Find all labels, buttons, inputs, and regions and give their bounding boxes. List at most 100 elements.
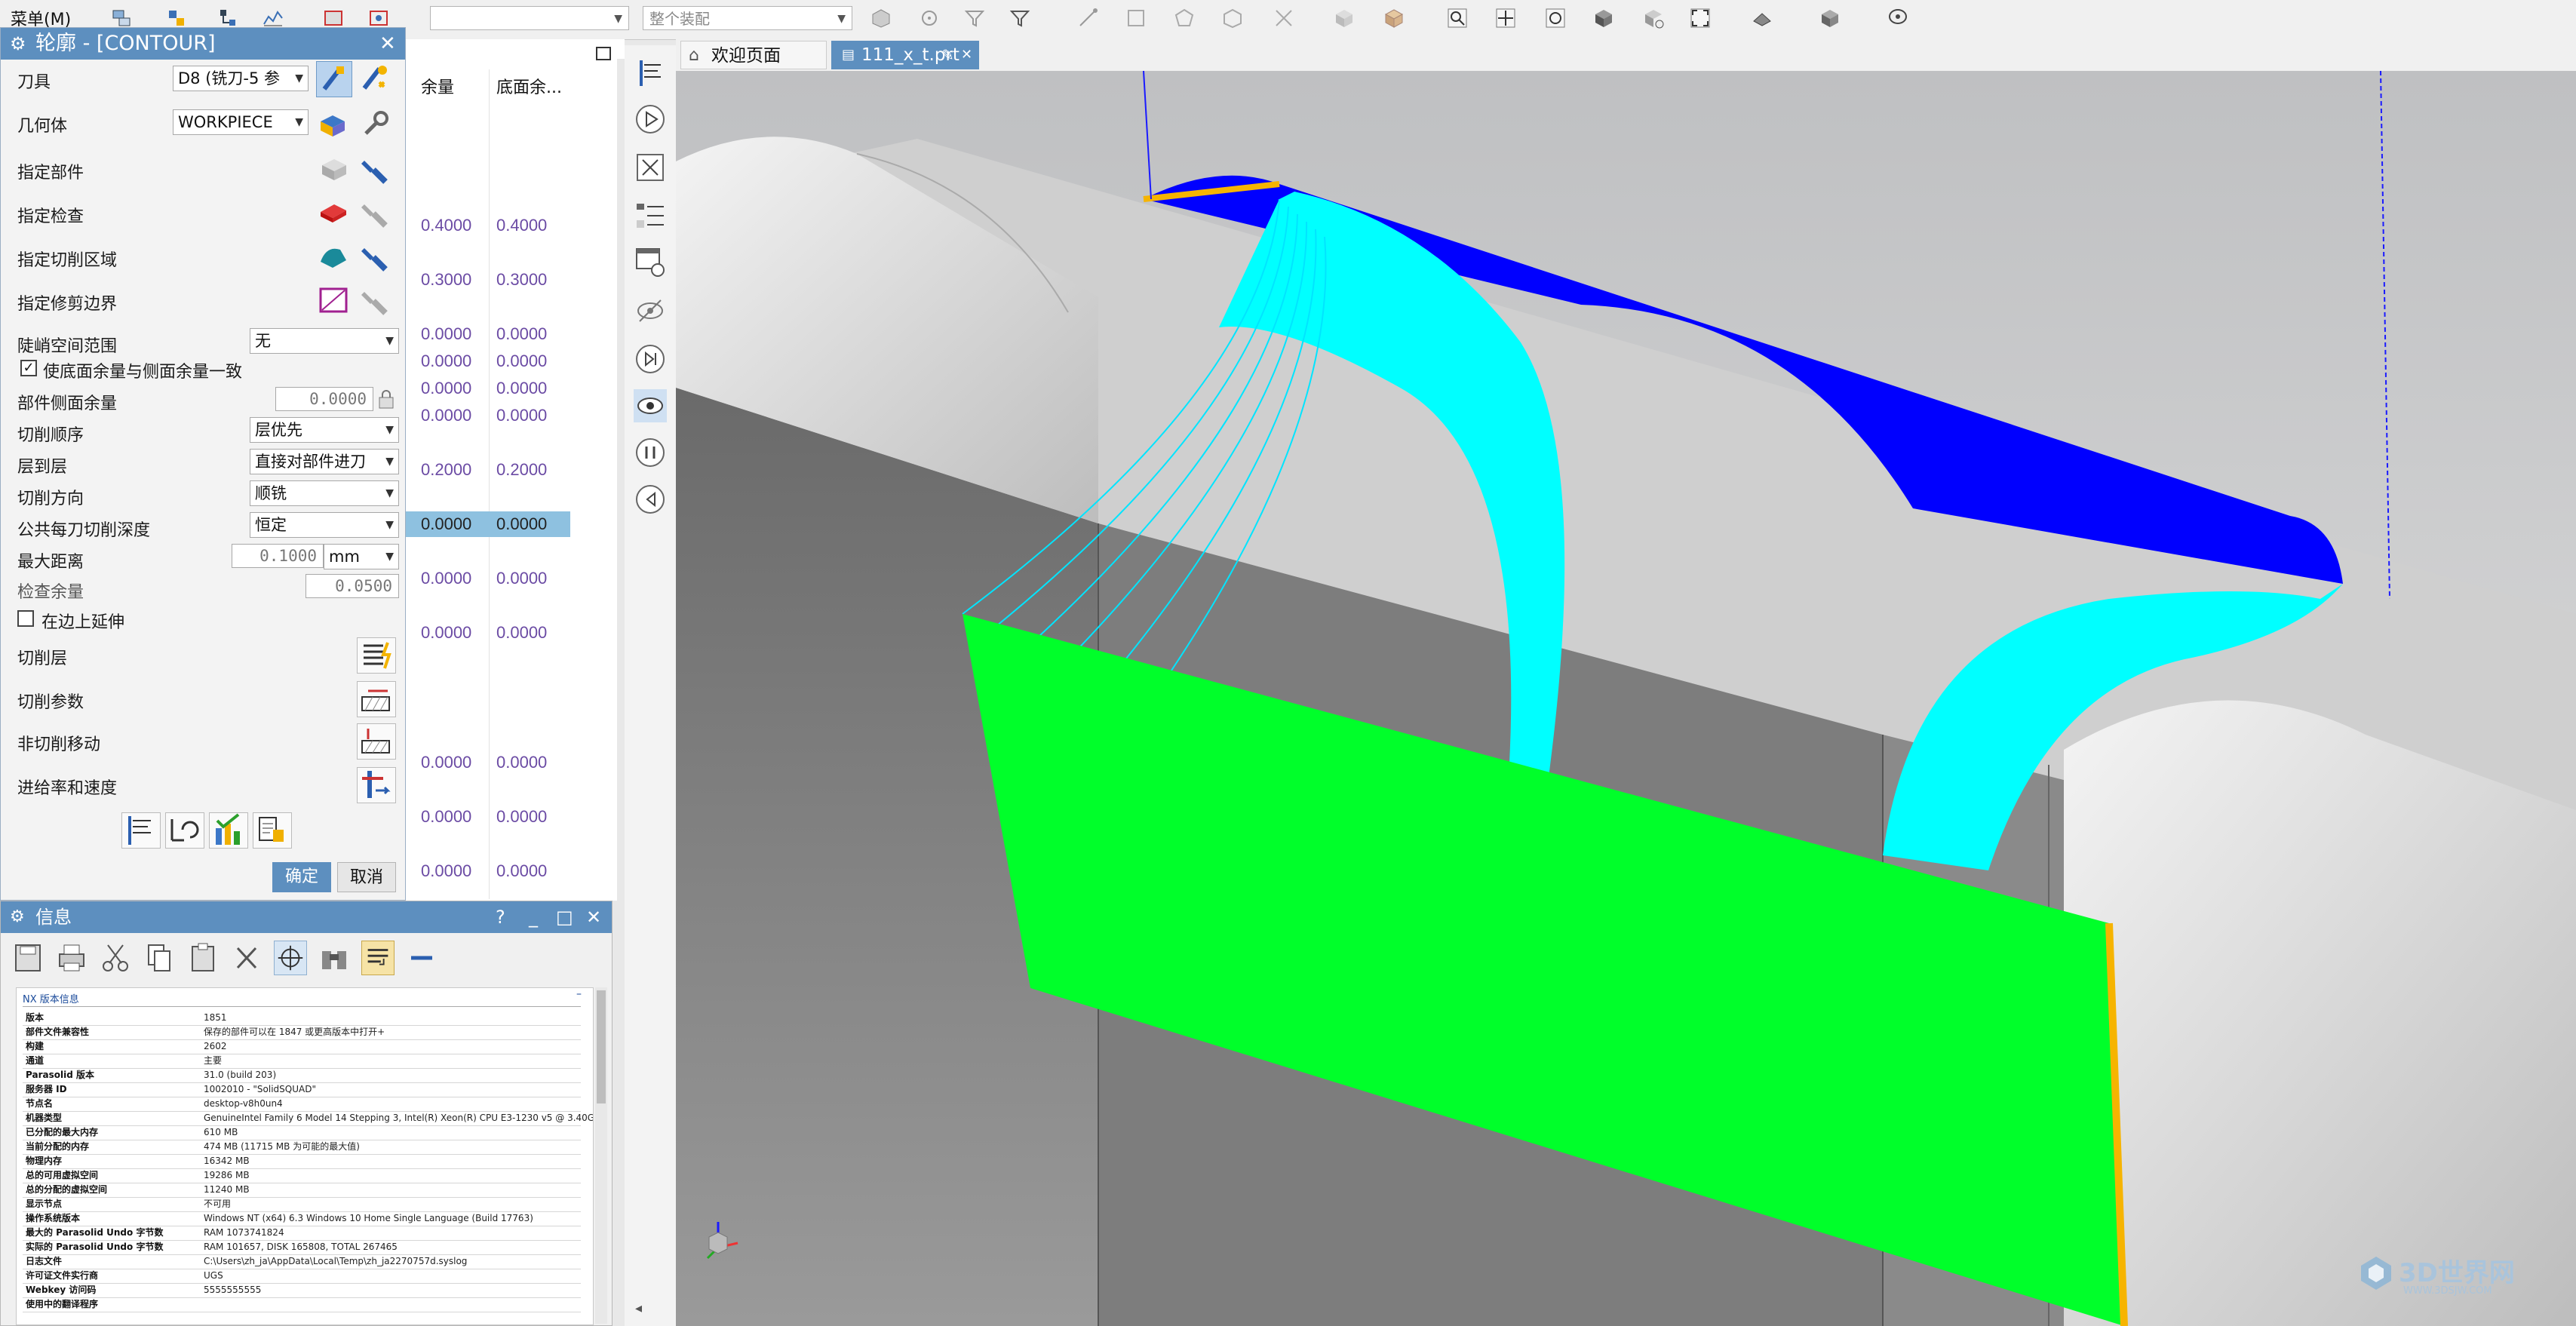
- pan-icon[interactable]: [1489, 3, 1522, 33]
- toolpath-list-icon[interactable]: [634, 198, 667, 231]
- generate-icon[interactable]: [121, 812, 161, 849]
- step-forward-icon[interactable]: [634, 342, 667, 376]
- extend-at-edges-checkbox[interactable]: [17, 610, 34, 627]
- show-eye-icon[interactable]: [634, 389, 667, 422]
- column-header[interactable]: 底面余...: [496, 74, 562, 98]
- close-icon[interactable]: ✕: [379, 28, 396, 60]
- info-value: 保存的部件可以在 1847 或更高版本中打开+: [204, 1027, 385, 1037]
- snap-intersection-icon[interactable]: [1267, 3, 1300, 33]
- wrench-icon[interactable]: [357, 106, 393, 143]
- snap-mid-icon[interactable]: [1119, 3, 1153, 33]
- info-vertical-scrollbar[interactable]: [595, 987, 607, 1324]
- select-part-icon[interactable]: [316, 152, 352, 188]
- pause-icon[interactable]: [634, 436, 667, 469]
- replay-icon[interactable]: [165, 812, 204, 849]
- close-icon[interactable]: ✕: [586, 901, 601, 933]
- word-wrap-icon[interactable]: [361, 941, 395, 975]
- info-value: 474 MB (11715 MB 为可能的最大值): [204, 1141, 360, 1152]
- display-trim-flashlight-icon[interactable]: [357, 283, 393, 319]
- tab-welcome[interactable]: ⌂ 欢迎页面: [680, 41, 827, 69]
- tool-select[interactable]: D8 (铣刀-5 参 ▼: [173, 66, 309, 91]
- step-back-icon[interactable]: [634, 483, 667, 516]
- stop-icon[interactable]: [634, 151, 667, 184]
- shaded-box-icon[interactable]: [1328, 3, 1361, 33]
- graphics-viewport[interactable]: 3D世界网 WWW.3DSJW.COM: [676, 71, 2576, 1326]
- close-tab-icon[interactable]: ✕: [961, 41, 972, 69]
- play-icon[interactable]: [634, 103, 667, 136]
- zoom-icon[interactable]: [1441, 3, 1474, 33]
- display-settings-icon[interactable]: [1637, 3, 1670, 33]
- non-cutting-moves-icon[interactable]: [357, 723, 396, 760]
- minimize-icon[interactable]: _: [529, 901, 538, 933]
- assembly-scope-dropdown[interactable]: 整个装配 ▼: [643, 6, 852, 30]
- lock-icon[interactable]: [376, 388, 396, 410]
- display-cut-area-flashlight-icon[interactable]: [357, 239, 393, 275]
- cut-direction-select[interactable]: 顺铣 ▼: [250, 480, 399, 506]
- feeds-speeds-icon[interactable]: [357, 767, 396, 803]
- delete-icon[interactable]: [230, 941, 263, 975]
- print-icon[interactable]: [55, 941, 88, 975]
- copy-icon[interactable]: [143, 941, 176, 975]
- select-trim-boundary-icon[interactable]: [316, 283, 352, 319]
- collapse-icon[interactable]: [405, 941, 438, 975]
- cut-icon[interactable]: [99, 941, 132, 975]
- snap-cube-icon[interactable]: [864, 3, 898, 33]
- cut-parameters-icon[interactable]: [357, 681, 396, 717]
- new-tool-icon[interactable]: [357, 61, 393, 97]
- collapse-arrow-icon[interactable]: ◂: [635, 1300, 642, 1316]
- snap-end-icon[interactable]: [1071, 3, 1104, 33]
- geometry-select[interactable]: WORKPIECE ▼: [173, 109, 309, 135]
- save-icon[interactable]: [11, 941, 45, 975]
- display-settings-gear-icon[interactable]: [634, 246, 667, 279]
- help-icon[interactable]: ?: [496, 901, 505, 933]
- column-header[interactable]: 余量: [421, 74, 454, 98]
- shaded-edges-icon[interactable]: [1377, 3, 1411, 33]
- snap-quadrant-icon[interactable]: [1216, 3, 1249, 33]
- check-stock-input[interactable]: 0.0500: [305, 574, 399, 598]
- paste-icon[interactable]: [186, 941, 220, 975]
- render-style-icon[interactable]: [1587, 3, 1620, 33]
- type-filter-icon[interactable]: [1003, 3, 1036, 33]
- specify-part-label: 指定部件: [17, 164, 84, 183]
- display-check-flashlight-icon[interactable]: [357, 195, 393, 232]
- select-check-icon[interactable]: [316, 195, 352, 232]
- section-divider: [23, 1006, 581, 1007]
- hide-eye-icon[interactable]: [634, 294, 667, 327]
- ok-button[interactable]: 确定: [272, 862, 331, 892]
- max-distance-unit-select[interactable]: mm ▼: [324, 544, 399, 569]
- floor-wall-same-checkbox[interactable]: ✓: [20, 360, 37, 376]
- orient-view-icon[interactable]: [1745, 3, 1779, 33]
- view-cube-icon[interactable]: [1813, 3, 1847, 33]
- find-binoculars-icon[interactable]: [318, 941, 351, 975]
- snap-center-icon[interactable]: [1168, 3, 1201, 33]
- operation-navigator-icon[interactable]: [634, 56, 667, 89]
- rotate-icon[interactable]: [1539, 3, 1572, 33]
- verify-icon[interactable]: [209, 812, 248, 849]
- cancel-button[interactable]: 取消: [337, 862, 396, 892]
- crosshair-icon[interactable]: [274, 941, 307, 975]
- display-part-flashlight-icon[interactable]: [357, 152, 393, 188]
- maximize-window-icon[interactable]: □: [556, 901, 573, 933]
- layer-visibility-icon[interactable]: [1881, 3, 1914, 33]
- selection-filter-dropdown[interactable]: ▼: [430, 6, 629, 30]
- select-cut-area-icon[interactable]: [316, 239, 352, 275]
- list-icon[interactable]: [253, 812, 292, 849]
- steep-containment-select[interactable]: 无 ▼: [250, 328, 399, 354]
- edit-tool-icon[interactable]: [316, 61, 352, 97]
- tab-part-file[interactable]: ▤ 111_x_t.prt ✎ ✕: [831, 41, 979, 69]
- edit-geometry-icon[interactable]: [316, 106, 352, 143]
- depth-per-cut-select[interactable]: 恒定 ▼: [250, 512, 399, 538]
- max-distance-input[interactable]: 0.1000: [232, 544, 324, 568]
- level-to-level-select[interactable]: 直接对部件进刀 ▼: [250, 449, 399, 474]
- cut-order-select[interactable]: 层优先 ▼: [250, 417, 399, 443]
- wall-stock-input[interactable]: 0.0000: [275, 387, 373, 411]
- fit-view-icon[interactable]: [1684, 3, 1717, 33]
- cut-levels-icon[interactable]: [357, 637, 396, 674]
- info-value: 610 MB: [204, 1127, 238, 1137]
- collapse-section-icon[interactable]: –: [576, 988, 582, 1000]
- maximize-icon[interactable]: [596, 47, 611, 60]
- info-value: Windows NT (x64) 6.3 Windows 10 Home Sin…: [204, 1213, 533, 1223]
- filter-icon[interactable]: [958, 3, 991, 33]
- info-text-area[interactable]: NX 版本信息 – 版本 1851 部件文件兼容性 保存的部件可以在 1847 或更高…: [16, 987, 594, 1325]
- snap-point-icon[interactable]: [913, 3, 946, 33]
